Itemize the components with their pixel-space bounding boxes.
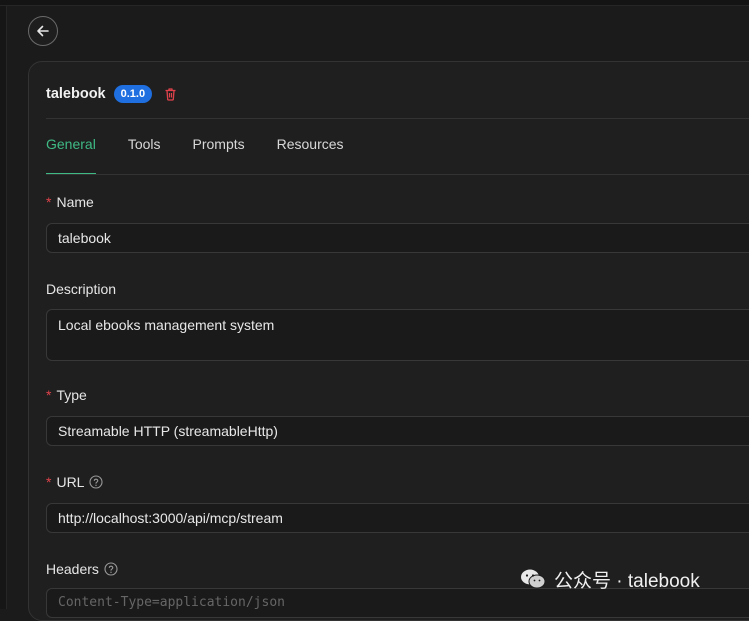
url-label: * URL [46, 474, 104, 490]
description-label-text: Description [46, 281, 117, 297]
required-mark: * [46, 194, 52, 210]
name-label: * Name [46, 194, 94, 210]
type-label-text: Type [56, 387, 87, 403]
version-badge: 0.1.0 [113, 85, 153, 103]
wechat-icon [520, 568, 546, 590]
tab-general[interactable]: General [46, 136, 96, 176]
watermark: 公众号 · talebook [520, 564, 700, 594]
help-circle-icon[interactable] [89, 475, 104, 489]
back-arrow-icon [36, 24, 50, 38]
required-mark: * [46, 387, 52, 403]
type-select[interactable]: Streamable HTTP (streamableHttp) [46, 416, 749, 446]
url-label-text: URL [56, 474, 85, 490]
name-label-text: Name [56, 194, 94, 210]
url-input[interactable]: http://localhost:3000/api/mcp/stream [46, 503, 749, 533]
name-input[interactable]: talebook [46, 223, 749, 253]
headers-label-text: Headers [46, 561, 99, 577]
server-header: talebook 0.1.0 [46, 84, 177, 104]
tab-tools[interactable]: Tools [128, 136, 161, 176]
headers-label: Headers [46, 561, 118, 577]
trash-icon[interactable] [164, 87, 177, 101]
server-settings-card: talebook 0.1.0 General Tools Prompts Res… [28, 61, 749, 621]
watermark-text: 公众号 · talebook [554, 570, 700, 592]
back-button[interactable] [28, 16, 58, 46]
tab-bar: General Tools Prompts Resources [46, 136, 376, 176]
tab-resources[interactable]: Resources [277, 136, 344, 176]
server-name-title: talebook [46, 86, 106, 102]
description-textarea[interactable]: Local ebooks management system [46, 309, 749, 361]
type-label: * Type [46, 387, 87, 403]
left-rail [0, 6, 7, 609]
help-circle-icon[interactable] [104, 562, 118, 576]
window-top-edge [0, 0, 749, 6]
description-label: Description [46, 281, 116, 297]
header-divider [46, 118, 749, 119]
tabs-divider [46, 174, 749, 175]
tab-prompts[interactable]: Prompts [193, 136, 245, 176]
required-mark: * [46, 474, 52, 490]
